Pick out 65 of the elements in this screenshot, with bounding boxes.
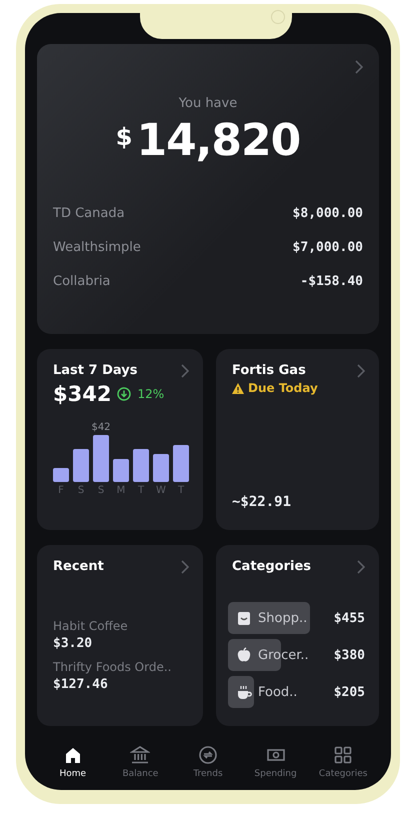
nav-tab[interactable]: Trends	[176, 745, 239, 779]
day-label: T	[176, 485, 186, 496]
coffee-cup-icon	[236, 684, 252, 700]
card-title: Recent	[53, 559, 104, 574]
card-title: Categories	[232, 559, 312, 574]
balance-caption: You have	[178, 96, 238, 111]
category-name: Food..	[258, 684, 298, 700]
spending-card[interactable]: Last 7 Days $342 12% $42 F S S M T W T	[37, 349, 203, 530]
account-amount: -$158.40	[300, 274, 363, 289]
chevron-icon	[355, 60, 363, 74]
category-name: Shopp..	[258, 610, 308, 626]
day-label: T	[136, 485, 146, 496]
apple-icon	[236, 647, 252, 663]
total-balance: 14,820	[136, 115, 300, 166]
account-amount: $7,000.00	[292, 240, 363, 255]
camera-icon	[271, 10, 285, 24]
spending-total: $342	[53, 382, 112, 406]
day-label: W	[155, 485, 167, 496]
nav-tab[interactable]: Balance	[109, 745, 172, 779]
category-amount: $205	[334, 684, 365, 700]
chevron-icon	[357, 364, 365, 378]
account-name: Wealthsimple	[53, 240, 141, 255]
chevron-icon	[181, 364, 189, 378]
transaction-name: Habit Coffee	[53, 619, 129, 633]
day-label: F	[57, 485, 65, 496]
nav-tab[interactable]: Categories	[312, 745, 374, 779]
bank-icon	[130, 745, 150, 765]
category-amount: $380	[334, 648, 365, 662]
chart-bar	[93, 435, 109, 482]
transaction-name: Thrifty Foods Orde..	[53, 660, 172, 674]
grid-icon	[333, 745, 354, 765]
card-title: Fortis Gas	[232, 363, 306, 378]
bill-amount: ~$22.91	[232, 494, 292, 510]
category-amount: $455	[334, 610, 365, 626]
day-label: S	[76, 485, 86, 496]
chart-bar	[53, 468, 69, 482]
account-name: Collabria	[53, 274, 110, 289]
day-label: S	[96, 485, 106, 496]
change-percent: 12%	[137, 387, 164, 401]
transaction-amount: $127.46	[53, 677, 109, 692]
card-title: Last 7 Days	[53, 363, 138, 378]
account-amount: $8,000.00	[292, 206, 363, 221]
chevron-icon	[181, 560, 189, 574]
nav-tab[interactable]: Home	[42, 745, 104, 779]
peak-label: $42	[91, 422, 111, 433]
transaction-amount: $3.20	[53, 636, 94, 651]
chart-bar	[73, 449, 89, 482]
currency-symbol: $	[116, 123, 132, 151]
shopping-bag-icon	[236, 610, 252, 626]
category-name: Grocer..	[258, 648, 310, 662]
day-label: M	[116, 485, 126, 496]
due-status: Due Today	[248, 381, 318, 395]
categories-card[interactable]: Categories Shopp.. $455 Grocer.. $380 Food.. $205	[216, 545, 379, 726]
bill-card[interactable]: Fortis Gas Due Today ~$22.91	[216, 349, 379, 530]
chart-bar	[153, 454, 169, 482]
warning-icon	[232, 382, 244, 394]
chart-bar	[133, 449, 149, 482]
balance-card[interactable]: You have $14,820 TD Canada $8,000.00 Wealthsimple $7,000.00 Collabria -$158.40	[37, 44, 379, 334]
chevron-icon	[357, 560, 365, 574]
exchange-icon	[198, 745, 218, 765]
account-name: TD Canada	[53, 206, 125, 221]
chart-bar	[173, 445, 189, 482]
chart-bar	[113, 459, 129, 482]
recent-card[interactable]: Recent Habit Coffee $3.20 Thrifty Foods Orde.. $127.46	[37, 545, 203, 726]
nav-tab[interactable]: Spending	[244, 745, 307, 779]
